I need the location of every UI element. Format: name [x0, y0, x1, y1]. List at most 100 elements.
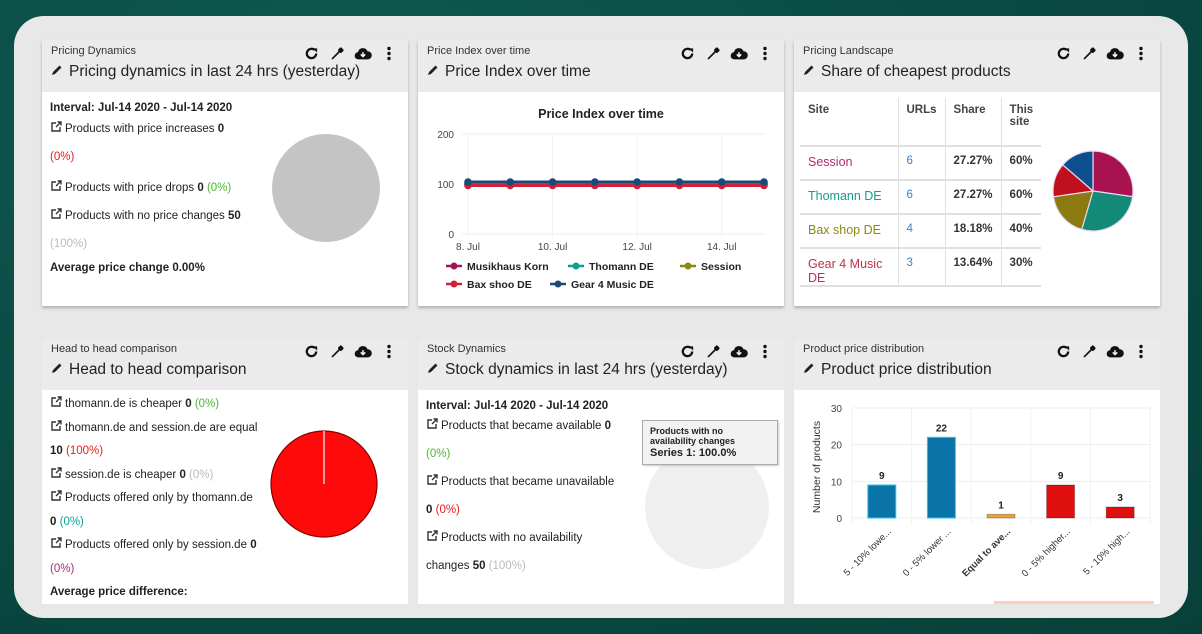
stat-equal: thomann.de and session.de are equal: [50, 417, 265, 441]
more-vertical-icon[interactable]: [380, 342, 398, 360]
this-site-cell: 30%: [1001, 248, 1042, 287]
data-point[interactable]: [675, 178, 684, 186]
stat-only-thomann: Products offered only by thomann.de: [50, 487, 265, 511]
head-to-head-pie[interactable]: [268, 428, 380, 540]
this-site-cell: 60%: [1001, 180, 1042, 215]
external-link-icon[interactable]: [50, 465, 62, 478]
bar[interactable]: [926, 436, 956, 519]
data-label: 9: [879, 471, 885, 482]
column-header-share[interactable]: Share: [945, 98, 1002, 147]
column-header-urls[interactable]: URLs: [898, 98, 946, 147]
cloud-download-icon[interactable]: [730, 342, 748, 360]
cloud-download-icon[interactable]: [1106, 44, 1124, 62]
data-point[interactable]: [548, 178, 557, 186]
eyedropper-icon[interactable]: [328, 342, 346, 360]
bar[interactable]: [1046, 484, 1076, 519]
bar[interactable]: [1105, 506, 1135, 519]
column-header-this-site[interactable]: This site: [1001, 98, 1042, 147]
urls-cell[interactable]: 6: [898, 180, 946, 215]
data-point[interactable]: [633, 178, 641, 186]
refresh-icon[interactable]: [302, 44, 320, 62]
legend-item[interactable]: Session: [680, 261, 741, 273]
external-link-icon[interactable]: [50, 203, 62, 219]
data-point[interactable]: [506, 178, 515, 186]
pencil-icon[interactable]: [51, 361, 63, 379]
table-row: Session 6 27.27% 60%: [800, 146, 1042, 181]
site-cell[interactable]: Bax shop DE: [800, 214, 899, 249]
urls-cell[interactable]: 4: [898, 214, 946, 249]
cloud-download-icon[interactable]: [1106, 342, 1124, 360]
legend-item[interactable]: Thomann DE: [568, 261, 654, 273]
eyedropper-icon[interactable]: [704, 342, 722, 360]
refresh-icon[interactable]: [1054, 342, 1072, 360]
external-link-icon[interactable]: [50, 535, 62, 548]
refresh-icon[interactable]: [678, 44, 696, 62]
data-point[interactable]: [591, 178, 599, 186]
widget-toolbar: [302, 342, 398, 360]
x-tick-label: 14. Jul: [707, 242, 736, 253]
cloud-download-icon[interactable]: [354, 44, 372, 62]
share-cell: 27.27%: [945, 146, 1002, 181]
refresh-icon[interactable]: [302, 342, 320, 360]
x-tick-label: 5 - 10% high...: [1081, 526, 1132, 577]
y-axis-label: Number of products: [811, 421, 823, 513]
refresh-icon[interactable]: [1054, 44, 1072, 62]
more-vertical-icon[interactable]: [756, 342, 774, 360]
more-vertical-icon[interactable]: [1132, 342, 1150, 360]
pencil-icon[interactable]: [803, 63, 815, 81]
site-cell[interactable]: Gear 4 Music DE: [800, 248, 899, 287]
bar[interactable]: [986, 513, 1016, 519]
data-point[interactable]: [760, 178, 768, 186]
legend-item[interactable]: Bax shoo DE: [446, 279, 532, 291]
legend-label: Bax shoo DE: [467, 279, 532, 291]
pie-slice-session[interactable]: [1092, 150, 1134, 198]
eyedropper-icon[interactable]: [1080, 44, 1098, 62]
site-cell[interactable]: Thomann DE: [800, 180, 899, 215]
pencil-icon[interactable]: [427, 361, 439, 379]
bar[interactable]: [867, 484, 897, 519]
eyedropper-icon[interactable]: [1080, 342, 1098, 360]
cloud-download-icon[interactable]: [730, 44, 748, 62]
stat-only-session: Products offered only by session.de 0: [50, 534, 265, 558]
external-link-icon[interactable]: [426, 417, 438, 429]
pricing-dynamics-pie[interactable]: [270, 132, 382, 244]
column-header-site[interactable]: Site: [800, 98, 899, 147]
pencil-icon[interactable]: [803, 361, 815, 379]
external-link-icon[interactable]: [50, 418, 62, 431]
external-link-icon[interactable]: [50, 119, 62, 132]
urls-cell[interactable]: 6: [898, 146, 946, 181]
urls-cell[interactable]: 3: [898, 248, 946, 287]
external-link-icon[interactable]: [50, 175, 62, 191]
more-vertical-icon[interactable]: [756, 44, 774, 62]
eyedropper-icon[interactable]: [328, 44, 346, 62]
data-point[interactable]: [717, 178, 726, 186]
cloud-download-icon[interactable]: [354, 342, 372, 360]
pie-slice-no-changes[interactable]: [272, 134, 380, 242]
x-tick-label: Equal to ave...: [960, 526, 1013, 579]
stat-no-price-changes: Products with no price changes 50: [50, 202, 270, 230]
external-link-icon[interactable]: [50, 488, 62, 501]
refresh-icon[interactable]: [678, 342, 696, 360]
more-vertical-icon[interactable]: [380, 44, 398, 62]
legend-item[interactable]: Gear 4 Music DE: [550, 279, 654, 291]
eyedropper-icon[interactable]: [704, 44, 722, 62]
site-cell[interactable]: Session: [800, 146, 899, 181]
dashboard-frame: Pricing Dynamics Pricing dynamics in las…: [14, 16, 1188, 618]
x-tick-label: 10. Jul: [538, 242, 567, 253]
widget-toolbar: [678, 342, 774, 360]
data-label: 3: [1117, 493, 1123, 504]
pencil-icon[interactable]: [51, 63, 63, 81]
average-price-change: Average price change 0.00%: [50, 262, 205, 274]
widget-head-to-head: Head to head comparison Head to head com…: [42, 338, 408, 604]
external-link-icon[interactable]: [50, 394, 62, 407]
data-point[interactable]: [464, 178, 472, 186]
more-vertical-icon[interactable]: [1132, 44, 1150, 62]
external-link-icon[interactable]: [426, 529, 438, 541]
cheapest-share-pie: [1052, 150, 1134, 232]
legend-marker: [684, 262, 692, 270]
legend-item[interactable]: Musikhaus Korn: [446, 261, 549, 273]
table-header-row: Site URLs Share This site: [800, 98, 1042, 147]
external-link-icon[interactable]: [426, 473, 438, 485]
pencil-icon[interactable]: [427, 63, 439, 81]
y-tick-label: 10: [831, 477, 843, 488]
